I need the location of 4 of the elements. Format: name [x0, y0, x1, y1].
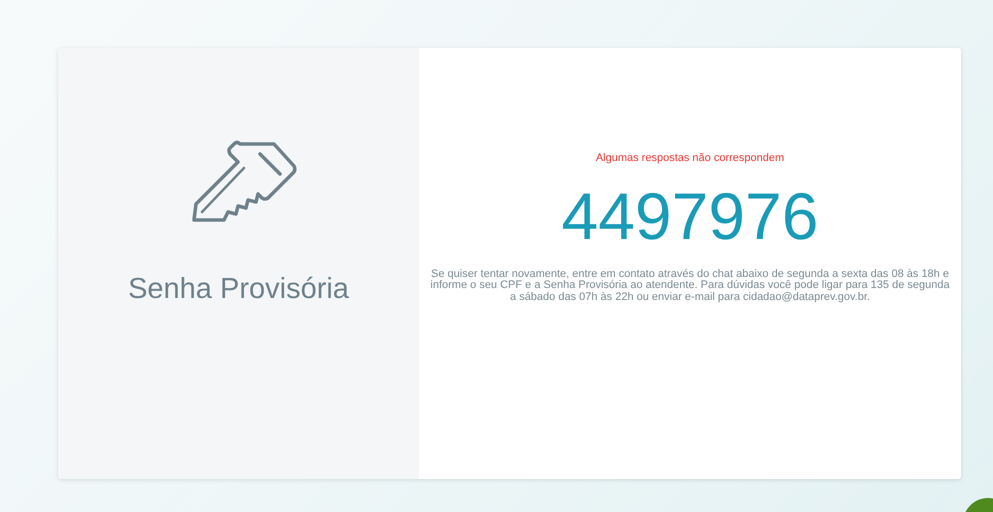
- instructions-text: Se quiser tentar novamente, entre em contato através do chat abaixo de segunda a sexta das 08 às 18h e informe o seu CPF e a Senha Provisória ao atendente. Para dúvidas você pode ligar para 135 de segunda a sábado das 07h às 22h ou enviar e-mail para cidadao@dataprev.gov.br.: [430, 268, 950, 303]
- error-message: Algumas respostas não correspondem: [596, 151, 784, 166]
- panel-title: Senha Provisória: [128, 272, 349, 307]
- temporary-password: 4497976: [562, 182, 818, 248]
